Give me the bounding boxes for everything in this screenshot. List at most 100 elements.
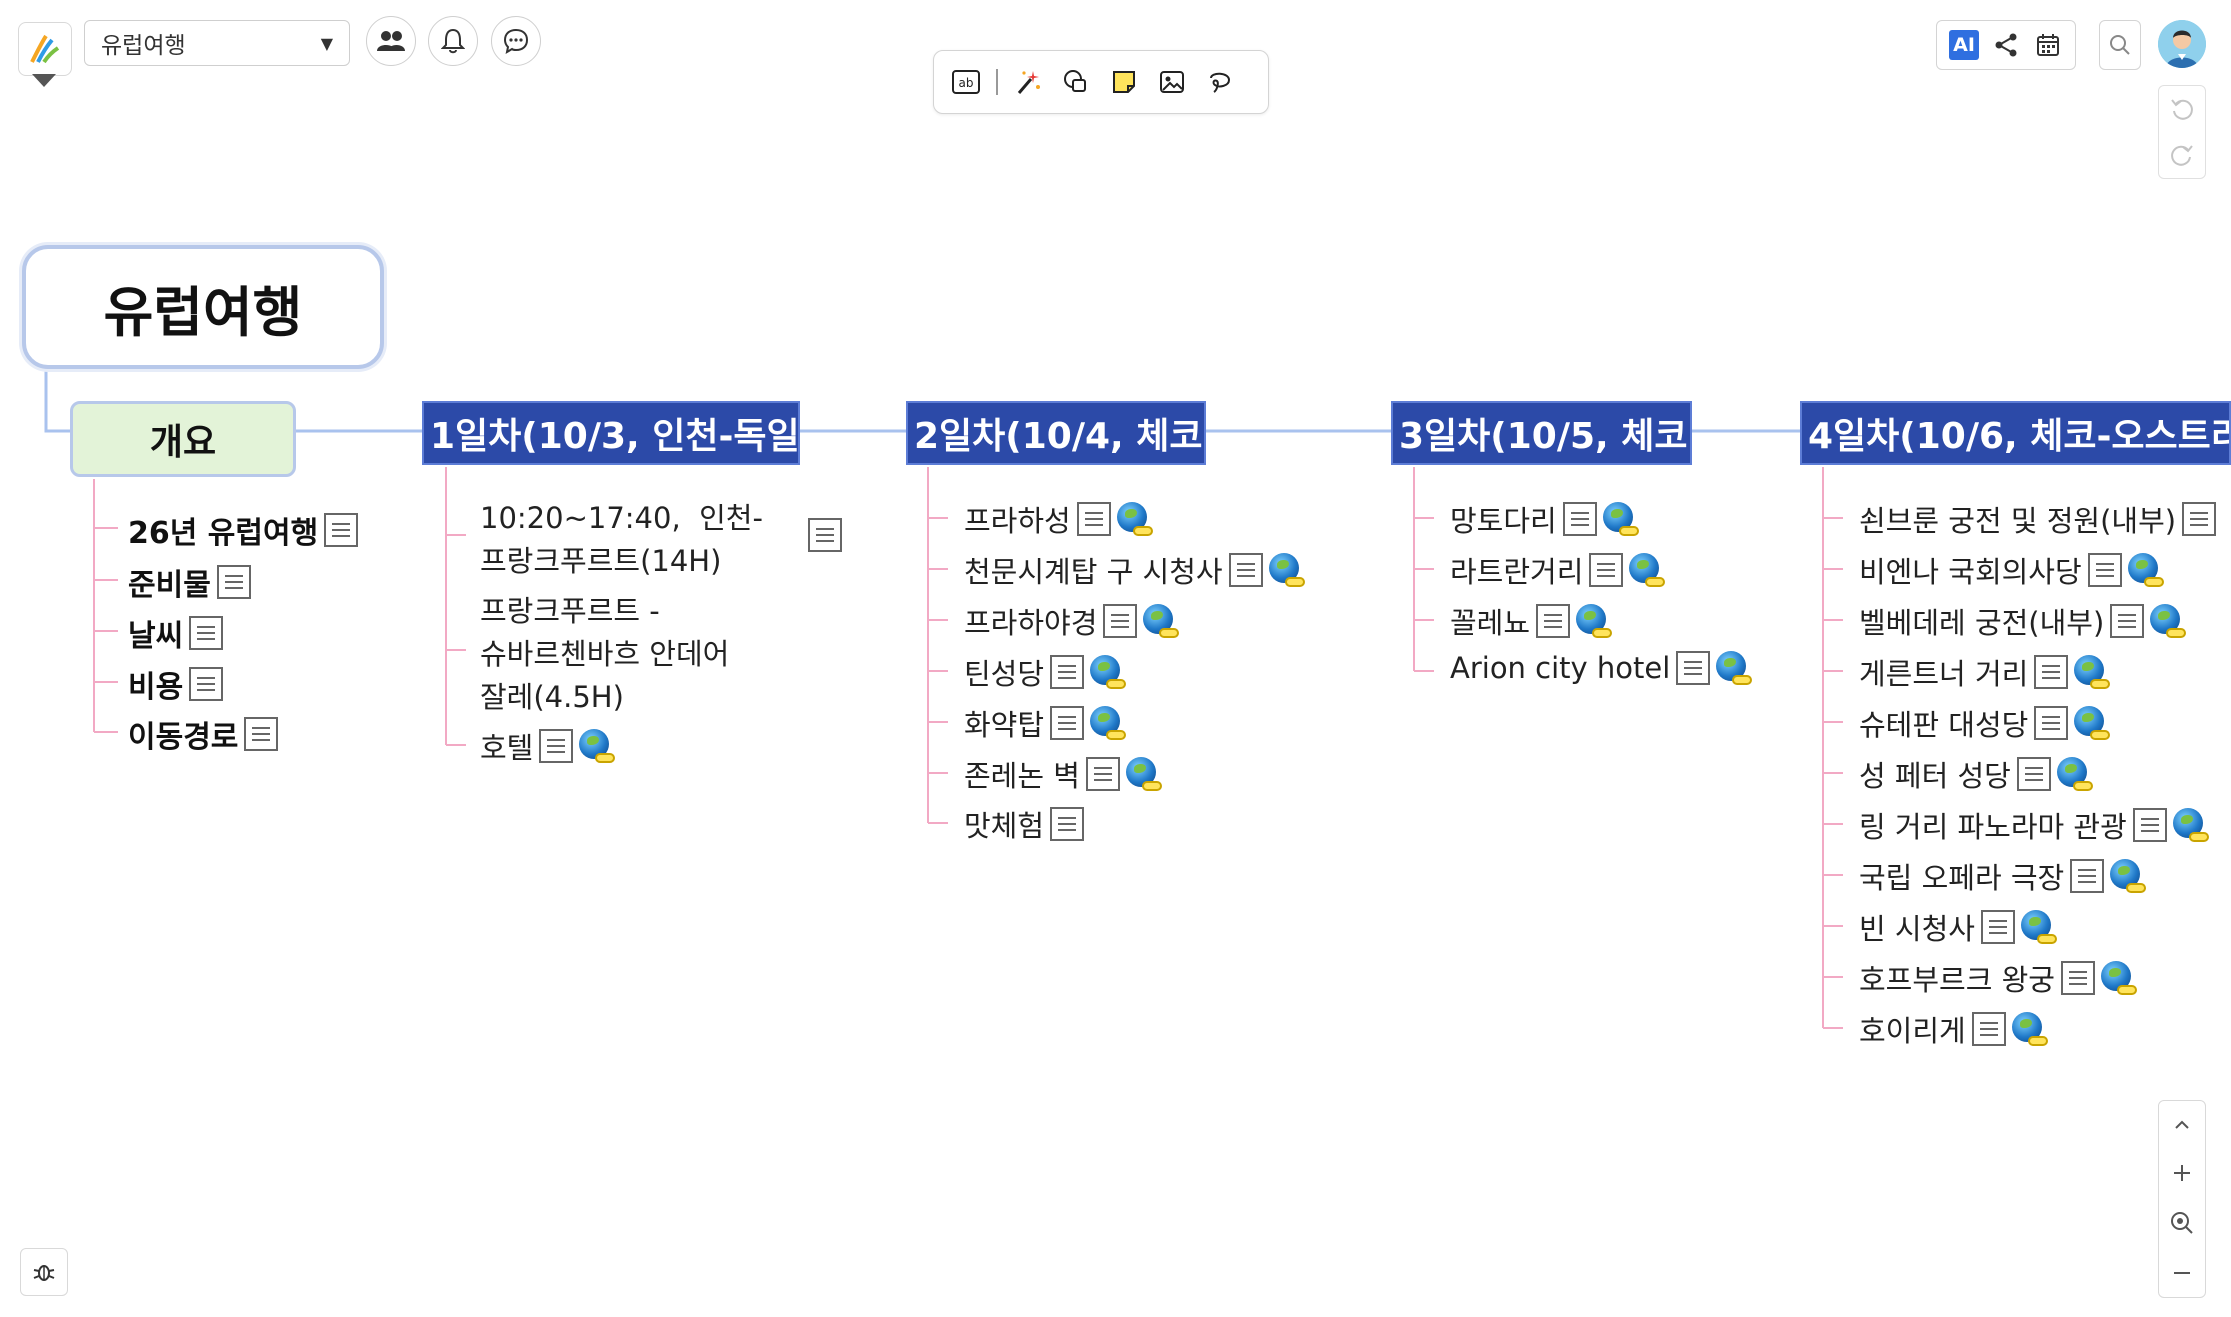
- day1-node[interactable]: 1일차(10/3, 인천-독일): [422, 401, 800, 465]
- note-icon[interactable]: [1971, 1012, 2006, 1046]
- list-item[interactable]: 맛체험: [964, 803, 1085, 845]
- globe-link-icon[interactable]: [1088, 655, 1127, 689]
- list-item[interactable]: 화약탑: [964, 702, 1127, 744]
- root-node[interactable]: 유럽여행: [22, 245, 384, 369]
- note-icon[interactable]: [2070, 859, 2105, 893]
- list-item[interactable]: 벨베데레 궁전(내부): [1859, 600, 2187, 642]
- note-icon[interactable]: [1050, 807, 1085, 841]
- list-item[interactable]: 꼴레뇨: [1450, 600, 1613, 642]
- globe-link-icon[interactable]: [2148, 604, 2187, 638]
- note-icon[interactable]: [1980, 910, 2015, 944]
- lasso-button[interactable]: [1202, 64, 1238, 100]
- text-box-button[interactable]: ab: [948, 64, 984, 100]
- list-item[interactable]: 이동경로: [128, 712, 279, 756]
- redo-icon[interactable]: [2169, 142, 2195, 168]
- list-item[interactable]: 비엔나 국회의사당: [1859, 549, 2164, 591]
- note-icon[interactable]: [808, 518, 842, 552]
- image-button[interactable]: [1154, 64, 1190, 100]
- day4-node[interactable]: 4일차(10/6, 체코-오스트리: [1800, 401, 2231, 465]
- list-item[interactable]: 호텔: [480, 725, 616, 767]
- undo-icon[interactable]: [2169, 96, 2195, 122]
- zoom-in-icon[interactable]: [2171, 1162, 2193, 1184]
- list-item[interactable]: 성 페터 성당: [1859, 753, 2093, 795]
- note-icon[interactable]: [1228, 553, 1263, 587]
- note-icon[interactable]: [216, 565, 251, 599]
- note-icon[interactable]: [1562, 502, 1597, 536]
- day2-node[interactable]: 2일차(10/4, 체코): [906, 401, 1206, 465]
- globe-link-icon[interactable]: [2072, 655, 2111, 689]
- globe-link-icon[interactable]: [1574, 604, 1613, 638]
- chat-button[interactable]: [491, 16, 541, 66]
- globe-link-icon[interactable]: [1115, 502, 1153, 536]
- note-icon[interactable]: [2110, 604, 2145, 638]
- list-item[interactable]: 라트란거리: [1450, 549, 1666, 591]
- note-icon[interactable]: [189, 616, 224, 650]
- list-item[interactable]: 호이리게: [1859, 1008, 2048, 1050]
- globe-link-icon[interactable]: [1088, 706, 1127, 740]
- zoom-fit-icon[interactable]: [2169, 1210, 2195, 1236]
- ai-button[interactable]: AI: [1949, 30, 1979, 60]
- note-icon[interactable]: [1536, 604, 1571, 638]
- note-icon[interactable]: [189, 667, 224, 701]
- document-select[interactable]: 유럽여행 ▼: [84, 20, 350, 66]
- list-item[interactable]: 비용: [128, 662, 224, 706]
- list-item[interactable]: 프라하야경: [964, 600, 1180, 642]
- globe-link-icon[interactable]: [2108, 859, 2147, 893]
- note-icon[interactable]: [1050, 706, 1085, 740]
- list-item[interactable]: 10:20~17:40, 인천- 프랑크푸르트(14H): [480, 497, 763, 583]
- note-icon[interactable]: [2016, 757, 2051, 791]
- note-icon[interactable]: [2132, 808, 2167, 842]
- list-item[interactable]: 날씨: [128, 611, 224, 655]
- note-icon[interactable]: [1050, 655, 1085, 689]
- list-item[interactable]: 존레논 벽: [964, 753, 1162, 795]
- note-icon[interactable]: [2087, 553, 2122, 587]
- note-icon[interactable]: [1076, 502, 1111, 536]
- globe-link-icon[interactable]: [577, 729, 616, 763]
- list-item[interactable]: 호프부르크 왕궁: [1859, 957, 2137, 999]
- list-item[interactable]: 26년 유럽여행: [128, 508, 359, 552]
- share-users-button[interactable]: [366, 16, 416, 66]
- globe-link-icon[interactable]: [2055, 757, 2093, 791]
- list-item[interactable]: 천문시계탑 구 시청사: [964, 549, 1305, 591]
- search-button[interactable]: [2099, 20, 2141, 70]
- calendar-button[interactable]: [2033, 30, 2063, 60]
- logo-menu-caret-icon[interactable]: [32, 74, 56, 87]
- note-icon[interactable]: [2060, 961, 2095, 995]
- list-item[interactable]: 링 거리 파노라마 관광: [1859, 804, 2209, 846]
- list-item[interactable]: 쇤브룬 궁전 및 정원(내부): [1859, 498, 2217, 540]
- note-icon[interactable]: [1103, 604, 1138, 638]
- app-logo-button[interactable]: [18, 22, 72, 76]
- globe-link-icon[interactable]: [2171, 808, 2209, 842]
- zoom-out-icon[interactable]: [2171, 1262, 2193, 1284]
- chevron-up-icon[interactable]: [2171, 1114, 2193, 1136]
- note-icon[interactable]: [2034, 706, 2069, 740]
- list-item[interactable]: 게른트너 거리: [1859, 651, 2111, 693]
- globe-link-icon[interactable]: [2099, 961, 2137, 995]
- globe-link-icon[interactable]: [2072, 706, 2111, 740]
- list-item[interactable]: 슈테판 대성당: [1859, 702, 2111, 744]
- note-icon[interactable]: [539, 729, 574, 763]
- list-item[interactable]: 준비물: [128, 560, 251, 604]
- globe-link-icon[interactable]: [1601, 502, 1639, 536]
- list-item[interactable]: 틴성당: [964, 651, 1127, 693]
- globe-link-icon[interactable]: [2010, 1012, 2048, 1046]
- globe-link-icon[interactable]: [2126, 553, 2164, 587]
- note-icon[interactable]: [324, 513, 359, 547]
- globe-link-icon[interactable]: [1627, 553, 1666, 587]
- list-item[interactable]: 프라하성: [964, 498, 1153, 540]
- share-button[interactable]: [1991, 30, 2021, 60]
- debug-button[interactable]: [20, 1248, 68, 1296]
- note-icon[interactable]: [1589, 553, 1624, 587]
- list-item[interactable]: 망토다리: [1450, 498, 1639, 540]
- globe-link-icon[interactable]: [1141, 604, 1180, 638]
- overview-node[interactable]: 개요: [70, 401, 296, 477]
- shape-button[interactable]: [1058, 64, 1094, 100]
- list-item[interactable]: 빈 시청사: [1859, 906, 2057, 948]
- note-icon[interactable]: [244, 717, 279, 751]
- globe-link-icon[interactable]: [2019, 910, 2057, 944]
- note-icon[interactable]: [1085, 757, 1120, 791]
- note-icon[interactable]: [2034, 655, 2069, 689]
- note-icon[interactable]: [1676, 651, 1711, 685]
- list-item[interactable]: Arion city hotel: [1450, 651, 1753, 685]
- sticky-note-button[interactable]: [1106, 64, 1142, 100]
